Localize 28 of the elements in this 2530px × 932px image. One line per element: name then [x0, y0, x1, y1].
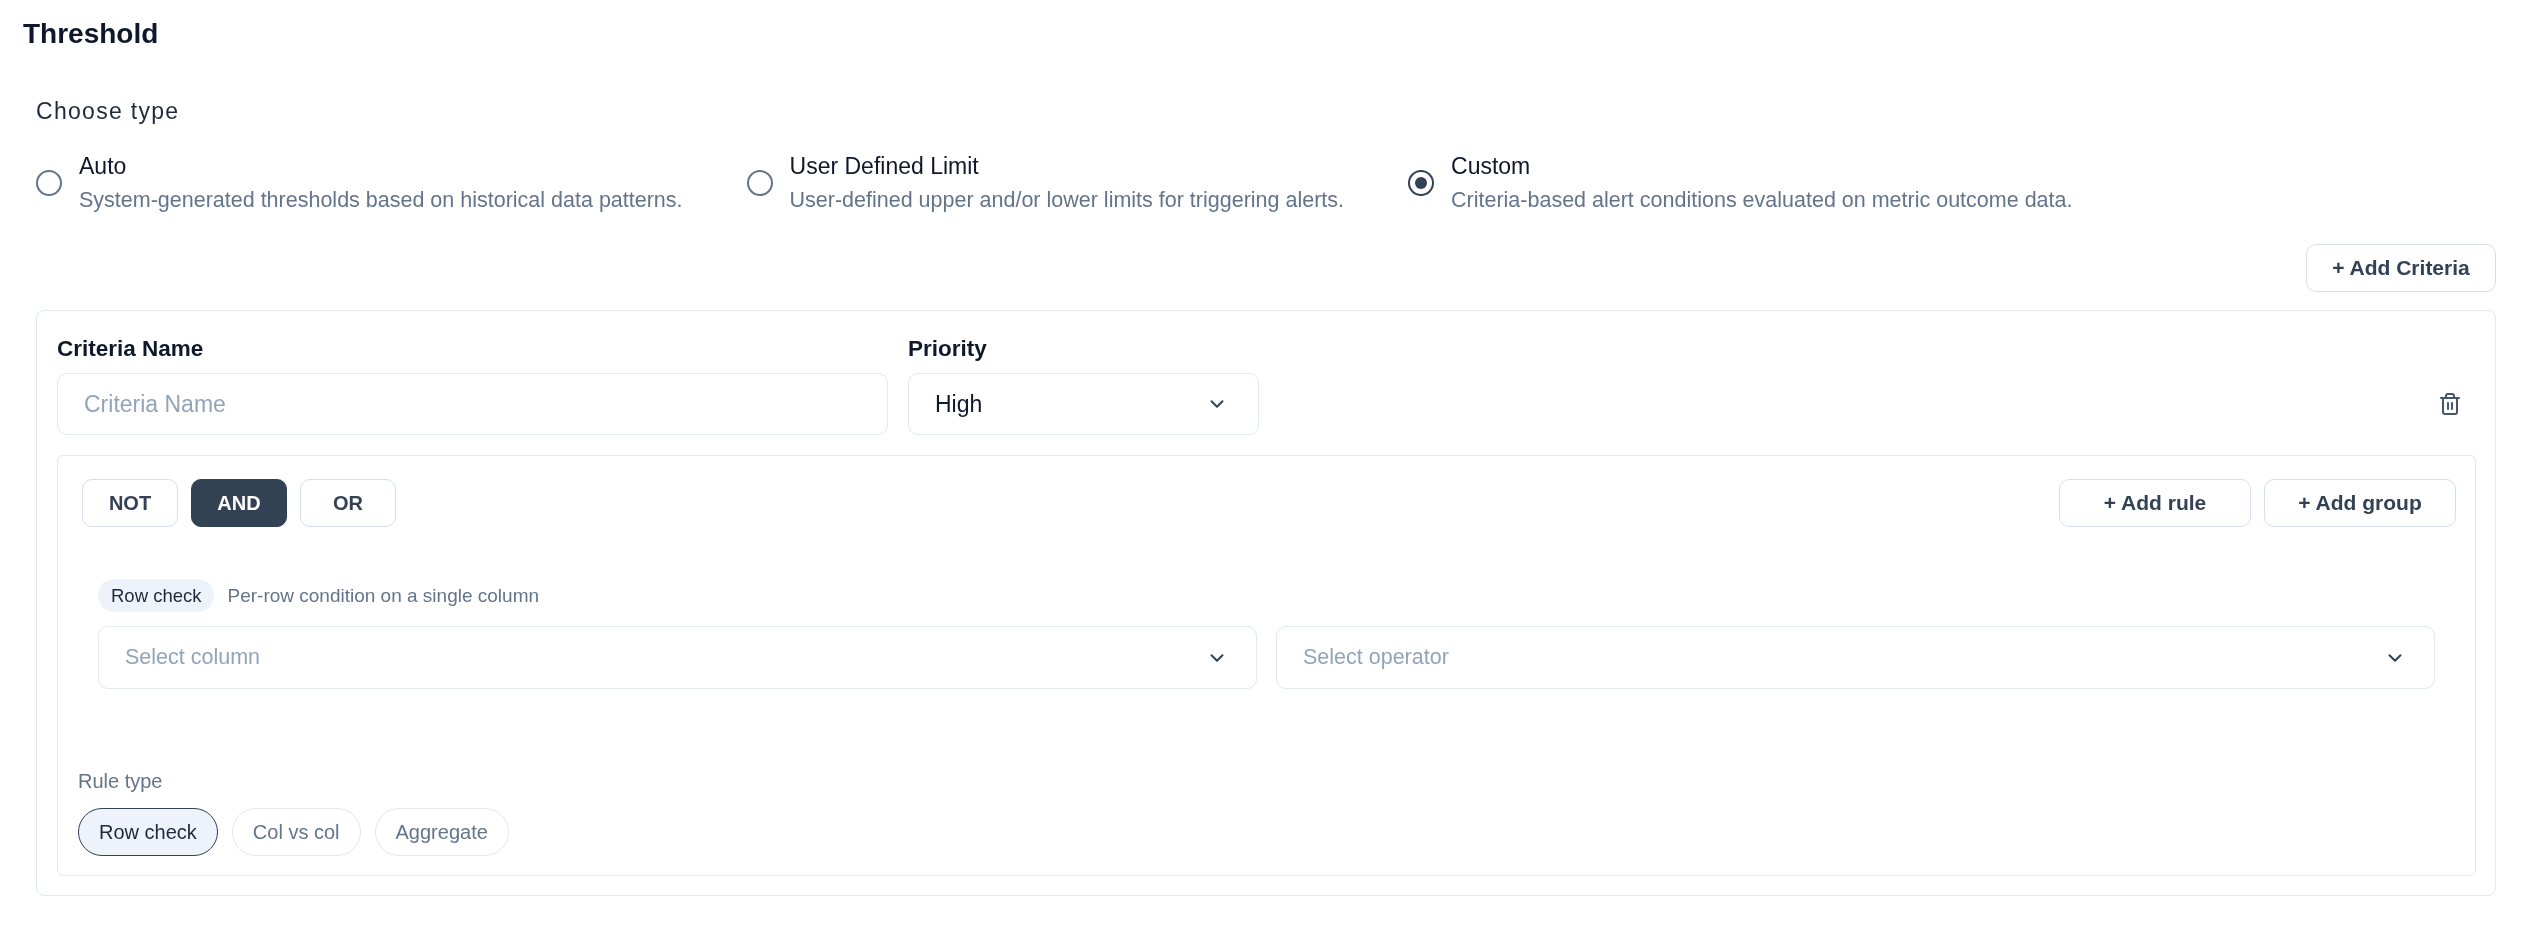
- trash-icon[interactable]: [2438, 392, 2462, 416]
- rule-type-pill[interactable]: Col vs col: [231, 808, 361, 856]
- add-group-button[interactable]: + Add group: [2264, 479, 2456, 527]
- option-label: Custom: [1451, 152, 1531, 180]
- rule-hint: Per-row condition on a single column: [227, 584, 540, 607]
- option-description: User-defined upper and/or lower limits for triggering alerts.: [789, 187, 1344, 214]
- rule-type-label: Rule type: [78, 769, 163, 794]
- option-label: Auto: [79, 152, 127, 180]
- section-title: Threshold: [23, 17, 159, 51]
- field-label: Criteria Name: [57, 335, 204, 363]
- option-label: User Defined Limit: [789, 152, 979, 180]
- option-description: System-generated thresholds based on historical data patterns.: [79, 187, 683, 214]
- logic-toggle[interactable]: OR: [300, 479, 396, 527]
- priority-select[interactable]: High: [908, 373, 1259, 435]
- logic-toggle[interactable]: AND: [191, 479, 287, 527]
- radio-button[interactable]: [1408, 170, 1434, 196]
- criteria-name-field[interactable]: Criteria Name: [57, 373, 888, 435]
- radio-button[interactable]: [746, 170, 773, 196]
- rule-kind-badge: Row check: [98, 579, 215, 612]
- radio-button[interactable]: [36, 170, 62, 196]
- logic-toggle[interactable]: NOT: [82, 479, 178, 527]
- field-label: Choose type: [36, 97, 180, 126]
- field-label: Priority: [908, 335, 987, 363]
- rule-type-pill[interactable]: Aggregate: [374, 808, 509, 856]
- add-criteria-button[interactable]: + Add Criteria: [2306, 244, 2496, 292]
- add-rule-button[interactable]: + Add rule: [2059, 479, 2251, 527]
- rule-type-pill[interactable]: Row check: [78, 808, 218, 856]
- option-description: Criteria-based alert conditions evaluated on metric outcome data.: [1451, 187, 2073, 214]
